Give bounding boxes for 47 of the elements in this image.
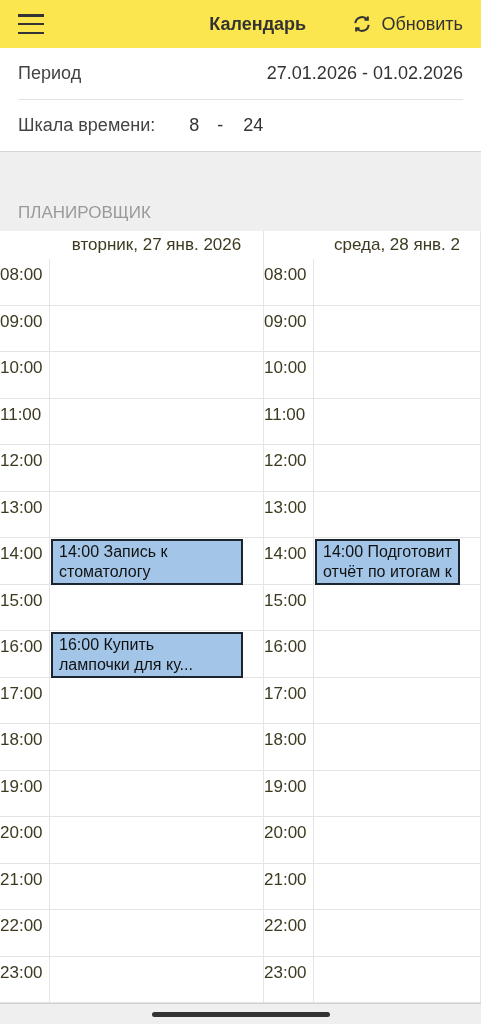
time-label: 13:00	[264, 497, 307, 517]
day-header: вторник, 27 янв. 2026	[71, 234, 242, 257]
time-label: 09:00	[264, 311, 307, 331]
time-label: 23:00	[264, 962, 307, 982]
time-label: 22:00	[0, 916, 43, 935]
time-label: 20:00	[264, 823, 307, 842]
time-label: 20:00	[0, 823, 43, 842]
time-label: 15:00	[264, 590, 307, 610]
time-label: 17:00	[264, 683, 307, 703]
time-label: 08:00	[0, 265, 43, 284]
time-label: 16:00	[264, 637, 307, 656]
scale-to-value[interactable]: 24	[243, 112, 264, 139]
time-label: 19:00	[0, 776, 43, 796]
event-card[interactable]: 16:00 Купить лампочки для ку...	[51, 632, 243, 678]
event-card[interactable]: 14:00 Запись к стоматологу	[51, 539, 243, 585]
time-scale-label: Шкала времени:	[18, 114, 156, 137]
period-label: Период	[18, 62, 82, 85]
time-label: 08:00	[264, 265, 307, 284]
time-label: 11:00	[0, 404, 42, 424]
page-title: Календарь	[208, 12, 307, 36]
time-label: 18:00	[264, 730, 307, 749]
scale-from-value[interactable]: 8	[189, 112, 200, 139]
menu-icon[interactable]	[18, 14, 44, 34]
refresh-button[interactable]: Обновить	[351, 10, 463, 38]
time-label: 15:00	[0, 590, 43, 610]
time-label: 12:00	[264, 451, 307, 470]
time-label: 16:00	[0, 637, 43, 656]
time-label: 11:00	[264, 404, 306, 424]
time-label: 14:00	[264, 544, 307, 563]
time-label: 22:00	[264, 916, 307, 935]
time-label: 17:00	[0, 683, 43, 703]
time-label: 10:00	[264, 358, 307, 377]
section-title: ПЛАНИРОВЩИК	[18, 201, 151, 224]
time-label: 10:00	[0, 358, 43, 377]
time-label: 21:00	[264, 869, 307, 889]
event-card[interactable]: 14:00 Подготовит отчёт по итогам к	[315, 539, 460, 585]
time-label: 14:00	[0, 544, 43, 563]
time-label: 23:00	[0, 962, 43, 982]
time-label: 12:00	[0, 451, 43, 470]
scale-separator: -	[217, 114, 224, 137]
time-label: 21:00	[0, 869, 43, 889]
period-value[interactable]: 27.01.2026 - 01.02.2026	[266, 60, 463, 87]
day-header: среда, 28 янв. 2	[334, 234, 460, 257]
time-label: 19:00	[264, 776, 307, 796]
time-label: 09:00	[0, 311, 43, 331]
time-label: 13:00	[0, 497, 43, 517]
time-label: 18:00	[0, 730, 43, 749]
